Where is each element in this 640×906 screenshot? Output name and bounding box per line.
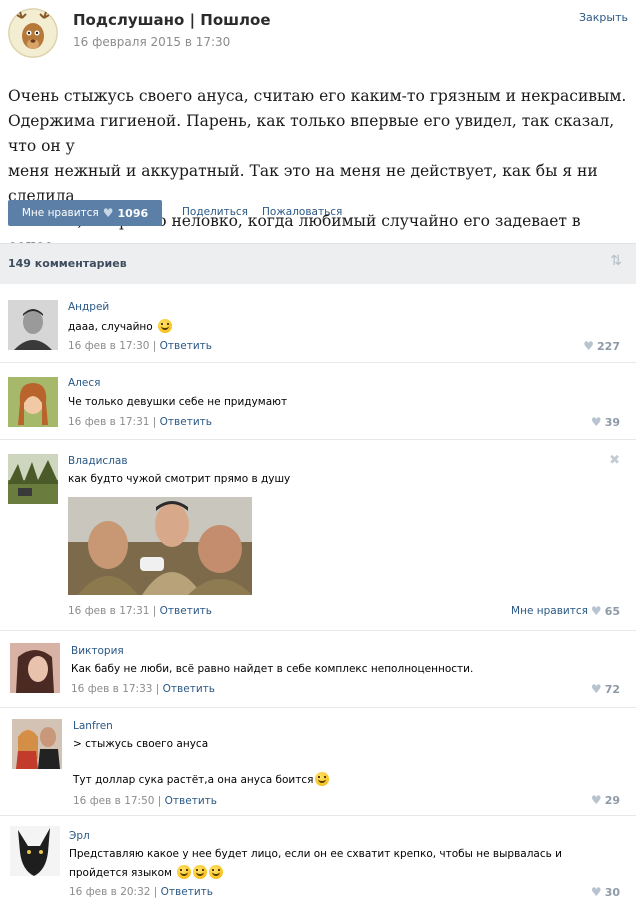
heart-icon: ♥: [590, 682, 602, 696]
avatar[interactable]: [10, 826, 60, 876]
heart-icon: ♥: [590, 793, 602, 807]
heart-icon: ♥: [102, 206, 114, 220]
comment-date[interactable]: 16 фев в 17:31: [68, 605, 149, 617]
heart-icon: ♥: [590, 885, 602, 899]
wink-emoji-icon: [209, 865, 224, 879]
reply-button[interactable]: Ответить: [160, 340, 212, 352]
close-icon[interactable]: ✖: [609, 453, 620, 468]
comment-text-content: дааа, случайно: [68, 321, 153, 333]
avatar[interactable]: [10, 643, 60, 693]
comments-header: 149 комментариев ⇅: [0, 243, 636, 284]
reply-button[interactable]: Ответить: [165, 795, 217, 807]
comment-text: Тут доллар сука растёт,а она ануса боитс…: [73, 772, 330, 786]
comment-date[interactable]: 16 фев в 17:50: [73, 795, 154, 807]
comment-like-button[interactable]: Мне нравится ♥ 65: [511, 604, 620, 618]
like-label: Мне нравится: [21, 207, 99, 219]
heart-icon: ♥: [590, 604, 602, 618]
comment-like-button[interactable]: ♥ 30: [591, 885, 620, 899]
comment-date[interactable]: 16 фев в 17:31: [68, 416, 149, 428]
close-button[interactable]: Закрыть: [579, 11, 628, 24]
reply-button[interactable]: Ответить: [161, 886, 213, 898]
comment-like-label: Мне нравится: [511, 605, 588, 617]
comment-like-count: 39: [604, 415, 620, 429]
avatar[interactable]: [8, 377, 58, 427]
comment: Алеся Че только девушки себе не придумаю…: [0, 369, 636, 440]
group-avatar[interactable]: [8, 8, 58, 58]
comment-like-button[interactable]: ♥ 227: [583, 339, 620, 353]
smile-emoji-icon: [177, 865, 192, 879]
comment-like-count: 30: [604, 885, 620, 899]
comment: Виктория Как бабу не люби, всё равно най…: [0, 637, 636, 708]
comment-text: Как бабу не люби, всё равно найдет в себ…: [71, 663, 474, 675]
comment-text: Че только девушки себе не придумают: [68, 396, 288, 408]
like-button[interactable]: Мне нравится ♥ 1096: [8, 200, 162, 226]
comment-meta: 16 фев в 17:31 | Ответить: [68, 605, 212, 617]
avatar[interactable]: [8, 300, 58, 350]
like-count: 1096: [117, 206, 149, 220]
comment-meta: 16 фев в 17:50 | Ответить: [73, 795, 217, 807]
comment-author[interactable]: Андрей: [68, 301, 109, 313]
comment-text: дааа, случайно: [68, 319, 173, 333]
comment-like-button[interactable]: ♥ 72: [591, 682, 620, 696]
comment-date[interactable]: 16 фев в 17:33: [71, 683, 152, 695]
comment-meta: 16 фев в 17:30 | Ответить: [68, 340, 212, 352]
comment-author[interactable]: Lanfren: [73, 720, 113, 732]
comment-author[interactable]: Эрл: [69, 830, 90, 842]
comment: Lanfren > стыжусь своего ануса Тут долла…: [0, 713, 636, 816]
post-text-line: Одержима гигиеной. Парень, как только вп…: [8, 112, 615, 155]
comment-like-count: 65: [604, 604, 620, 618]
reply-button[interactable]: Ответить: [163, 683, 215, 695]
post-date[interactable]: 16 февраля 2015 в 17:30: [73, 35, 230, 49]
comment-like-button[interactable]: ♥ 29: [591, 793, 620, 807]
comment-date[interactable]: 16 фев в 20:32: [69, 886, 150, 898]
comment-date[interactable]: 16 фев в 17:30: [68, 340, 149, 352]
comment-meta: 16 фев в 20:32 | Ответить: [69, 886, 213, 898]
comment: Андрей дааа, случайно 16 фев в 17:30 | О…: [0, 292, 636, 363]
comment-text: пройдется языком: [69, 865, 224, 879]
share-button[interactable]: Поделиться: [182, 206, 248, 218]
comment-like-count: 29: [604, 793, 620, 807]
comment-text-content: пройдется языком: [69, 867, 172, 879]
reply-button[interactable]: Ответить: [160, 416, 212, 428]
comment-like-count: 72: [604, 682, 620, 696]
comment-text: Представляю какое у нее будет лицо, если…: [69, 848, 562, 860]
comment-meta: 16 фев в 17:33 | Ответить: [71, 683, 215, 695]
comment-author[interactable]: Виктория: [71, 645, 124, 657]
comment-text: как будто чужой смотрит прямо в душу: [68, 473, 291, 485]
heart-icon: ♥: [583, 339, 595, 353]
report-button[interactable]: Пожаловаться: [262, 206, 342, 218]
smile-emoji-icon: [158, 319, 173, 333]
comment-author[interactable]: Владислав: [68, 455, 128, 467]
sort-icon[interactable]: ⇅: [610, 253, 622, 269]
group-name[interactable]: Подслушано | Пошлое: [73, 11, 271, 29]
avatar[interactable]: [12, 719, 62, 769]
comment-like-count: 227: [597, 339, 620, 353]
smile-emoji-icon: [193, 865, 208, 879]
comment: Владислав ✖ как будто чужой смотрит прям…: [0, 446, 636, 631]
comment-author[interactable]: Алеся: [68, 377, 100, 389]
avatar[interactable]: [8, 454, 58, 504]
comment-photo[interactable]: [68, 497, 252, 595]
post-text: Очень стыжусь своего ануса, считаю его к…: [8, 84, 628, 259]
comment-meta: 16 фев в 17:31 | Ответить: [68, 416, 212, 428]
comment: Эрл Представляю какое у нее будет лицо, …: [0, 822, 636, 906]
comment-like-button[interactable]: ♥ 39: [591, 415, 620, 429]
comment-text: > стыжусь своего ануса: [73, 738, 209, 750]
post-header: Подслушано | Пошлое 16 февраля 2015 в 17…: [0, 0, 640, 70]
comments-count[interactable]: 149 комментариев: [8, 257, 127, 270]
post-text-line: Очень стыжусь своего ануса, считаю его к…: [8, 87, 627, 105]
comment-text-content: Тут доллар сука растёт,а она ануса боитс…: [73, 774, 314, 786]
smile-emoji-icon: [315, 772, 330, 786]
heart-icon: ♥: [590, 415, 602, 429]
reply-button[interactable]: Ответить: [160, 605, 212, 617]
